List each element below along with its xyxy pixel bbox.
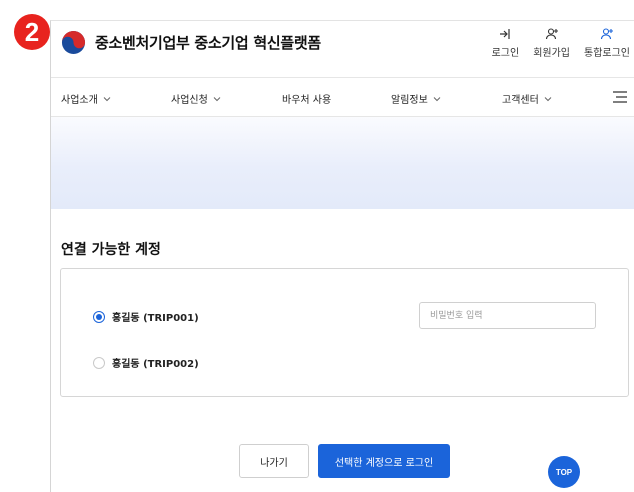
password-input[interactable]: [419, 302, 596, 329]
utility-menu: 로그인 회원가입 통합로그인: [492, 27, 630, 59]
hamburger-menu-icon[interactable]: [612, 90, 628, 104]
nav-label: 고객센터: [502, 95, 539, 106]
page-banner: [51, 117, 634, 209]
section-title: 연결 가능한 계정: [61, 242, 161, 258]
nav-label: 사업신청: [171, 95, 208, 106]
site-logo[interactable]: 중소벤처기업부 중소기업 혁신플랫폼: [61, 30, 321, 55]
nav-label: 사업소개: [61, 95, 98, 106]
nav-item-notice[interactable]: 알림정보: [391, 91, 441, 106]
nav-item-business-intro[interactable]: 사업소개: [61, 91, 111, 106]
radio-unselected[interactable]: [93, 356, 105, 369]
step-badge: 2: [14, 14, 50, 50]
chevron-down-icon: [103, 96, 111, 101]
nav-item-voucher-use[interactable]: 바우처 사용: [282, 91, 331, 106]
account-panel: 홍길동 (TRIP001) 홍길동 (TRIP002): [60, 268, 629, 397]
chevron-down-icon: [544, 96, 552, 101]
account-option-trip001[interactable]: 홍길동 (TRIP001): [93, 309, 199, 324]
signup-link[interactable]: 회원가입: [533, 27, 570, 59]
nav-item-business-apply[interactable]: 사업신청: [171, 91, 221, 106]
site-title: 중소벤처기업부 중소기업 혁신플랫폼: [95, 34, 321, 52]
chevron-down-icon: [213, 96, 221, 101]
login-icon: [500, 29, 510, 39]
account-label: 홍길동 (TRIP002): [112, 359, 199, 370]
integrated-login-link[interactable]: 통합로그인: [584, 27, 630, 59]
radio-selected[interactable]: [93, 310, 105, 323]
integrated-login-label: 통합로그인: [584, 48, 630, 59]
users-plus-icon: [600, 28, 613, 40]
login-link[interactable]: 로그인: [491, 27, 520, 59]
nav-item-customer-center[interactable]: 고객센터: [502, 91, 552, 106]
user-plus-icon: [545, 28, 558, 40]
nav-label: 바우처 사용: [282, 95, 332, 106]
login-selected-account-button[interactable]: 선택한 계정으로 로그인: [318, 444, 450, 478]
signup-label: 회원가입: [533, 48, 570, 59]
nav-label: 알림정보: [391, 95, 428, 106]
account-option-trip002[interactable]: 홍길동 (TRIP002): [93, 355, 199, 370]
scroll-top-button[interactable]: TOP: [548, 456, 580, 488]
account-label: 홍길동 (TRIP001): [112, 313, 199, 324]
main-nav: 사업소개 사업신청 바우처 사용 알림정보 고객센터: [51, 78, 634, 117]
chevron-down-icon: [433, 96, 441, 101]
site-header: 중소벤처기업부 중소기업 혁신플랫폼 로그인 회원가입 통합로그인: [51, 21, 634, 78]
exit-button[interactable]: 나가기: [239, 444, 309, 478]
taegeuk-logo-icon: [61, 30, 86, 55]
login-label: 로그인: [491, 48, 520, 59]
browser-frame: 중소벤처기업부 중소기업 혁신플랫폼 로그인 회원가입 통합로그인 사업소개 사…: [50, 20, 634, 492]
